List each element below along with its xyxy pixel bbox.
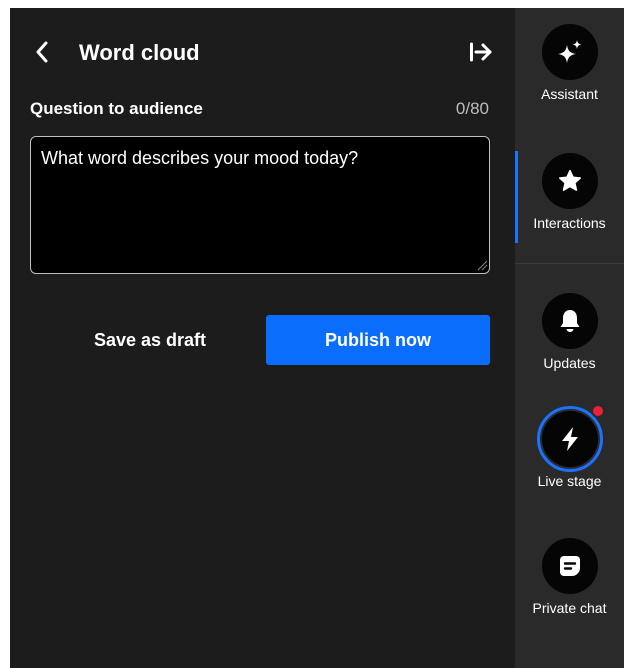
notification-badge — [591, 404, 605, 418]
sparkle-icon — [558, 40, 582, 63]
collapse-panel-button[interactable] — [466, 38, 496, 66]
rail-divider — [515, 263, 624, 264]
rail-label-private-chat: Private chat — [532, 600, 607, 616]
star-icon — [559, 169, 581, 191]
resize-handle-icon[interactable] — [476, 259, 488, 271]
character-counter: 0/80 — [455, 99, 489, 118]
question-input[interactable]: What word describes your mood today? — [30, 136, 490, 274]
chevron-left-icon — [36, 41, 48, 63]
bell-icon — [560, 310, 580, 332]
page-title: Word cloud — [79, 40, 200, 65]
rail-label-interactions: Interactions — [533, 215, 606, 231]
question-label: Question to audience — [30, 99, 203, 118]
exit-arrow-icon — [470, 42, 492, 62]
side-rail: Assistant Interactions Updates Live stag… — [515, 8, 624, 668]
chat-icon — [560, 556, 580, 576]
back-button[interactable] — [28, 38, 56, 66]
rail-label-updates: Updates — [543, 355, 596, 371]
save-draft-button[interactable]: Save as draft — [50, 315, 250, 365]
rail-label-live-stage: Live stage — [537, 473, 602, 489]
publish-now-button[interactable]: Publish now — [266, 315, 490, 365]
rail-label-assistant: Assistant — [541, 86, 598, 102]
app-frame: Word cloud Question to audience 0/80 Wha… — [10, 8, 624, 668]
word-cloud-panel: Word cloud Question to audience 0/80 Wha… — [10, 8, 515, 668]
bolt-icon — [562, 427, 578, 451]
